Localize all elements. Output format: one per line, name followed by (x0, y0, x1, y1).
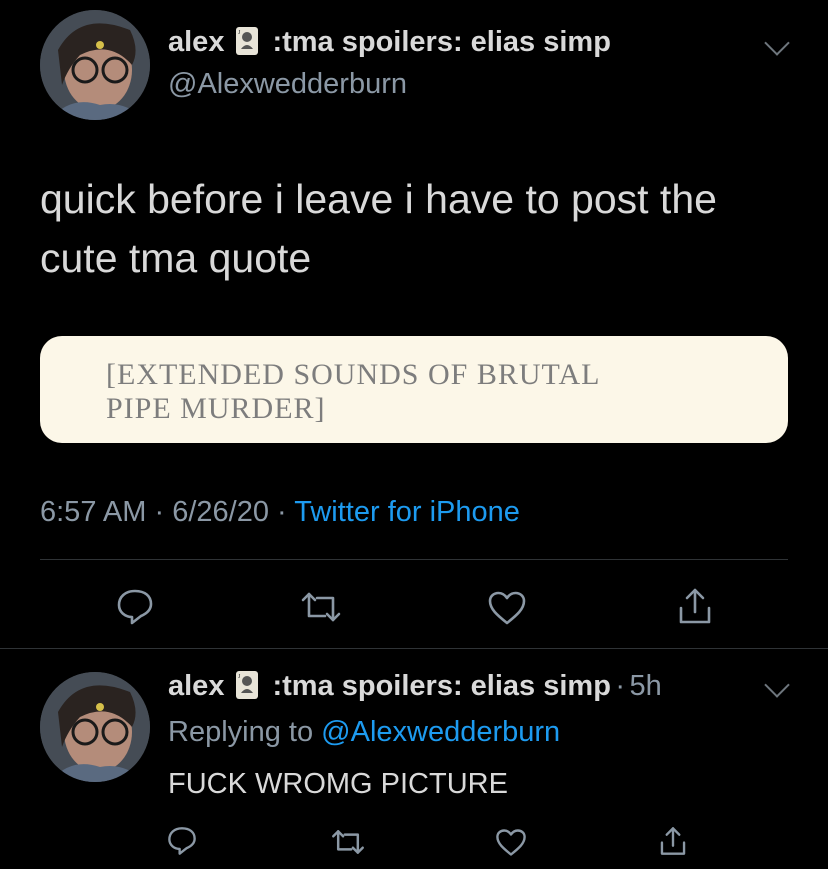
like-icon[interactable] (495, 828, 527, 857)
meta-separator: · (277, 496, 287, 528)
reply-text: FUCK WROMG PICTURE (168, 768, 508, 800)
display-name[interactable]: alex (168, 670, 224, 702)
reply-tweet-name-line: alex J :tma spoilers: elias simp · 5h (168, 670, 662, 703)
tweet-text: quick before i leave i have to post the … (40, 176, 717, 281)
playing-card-joker-icon: J (236, 27, 259, 55)
reply-icon[interactable] (115, 588, 155, 626)
svg-text:J: J (238, 674, 241, 680)
handle[interactable]: @Alexwedderburn (168, 68, 407, 101)
tweet-time: 6:57 AM (40, 496, 147, 528)
tweet-image[interactable]: [EXTENDED SOUNDS OF BRUTAL PIPE MURDER] (40, 336, 788, 443)
retweet-icon[interactable] (330, 828, 366, 856)
image-quote-line-1: [EXTENDED SOUNDS OF BRUTAL (106, 358, 601, 391)
playing-card-joker-icon: J (236, 671, 259, 699)
main-tweet-name-line: alex J :tma spoilers: elias simp (168, 26, 611, 59)
retweet-icon[interactable] (299, 590, 343, 624)
replying-to: Replying to @Alexwedderburn (168, 716, 560, 749)
reply-icon[interactable] (166, 826, 198, 856)
replying-prefix: Replying to (168, 716, 314, 748)
chevron-down-icon[interactable] (764, 30, 790, 56)
share-icon[interactable] (676, 586, 714, 626)
meta-separator: · (615, 670, 626, 702)
display-name[interactable]: alex (168, 26, 224, 58)
svg-text:J: J (238, 30, 241, 36)
replying-handle-link[interactable]: @Alexwedderburn (321, 716, 560, 748)
avatar[interactable] (40, 10, 150, 120)
chevron-down-icon[interactable] (764, 672, 790, 698)
name-suffix[interactable]: :tma spoilers: elias simp (272, 670, 610, 702)
image-quote-line-2: PIPE MURDER] (106, 392, 326, 425)
divider (0, 648, 828, 649)
avatar[interactable] (40, 672, 150, 782)
tweet-date: 6/26/20 (172, 496, 269, 528)
tweet-meta: 6:57 AM · 6/26/20 · Twitter for iPhone (40, 496, 520, 529)
like-icon[interactable] (487, 590, 527, 626)
tweet-age[interactable]: 5h (630, 670, 662, 702)
name-suffix[interactable]: :tma spoilers: elias simp (272, 26, 610, 58)
share-icon[interactable] (658, 825, 688, 857)
meta-separator: · (154, 496, 165, 528)
tweet-source-link[interactable]: Twitter for iPhone (294, 496, 520, 528)
divider (40, 559, 788, 560)
